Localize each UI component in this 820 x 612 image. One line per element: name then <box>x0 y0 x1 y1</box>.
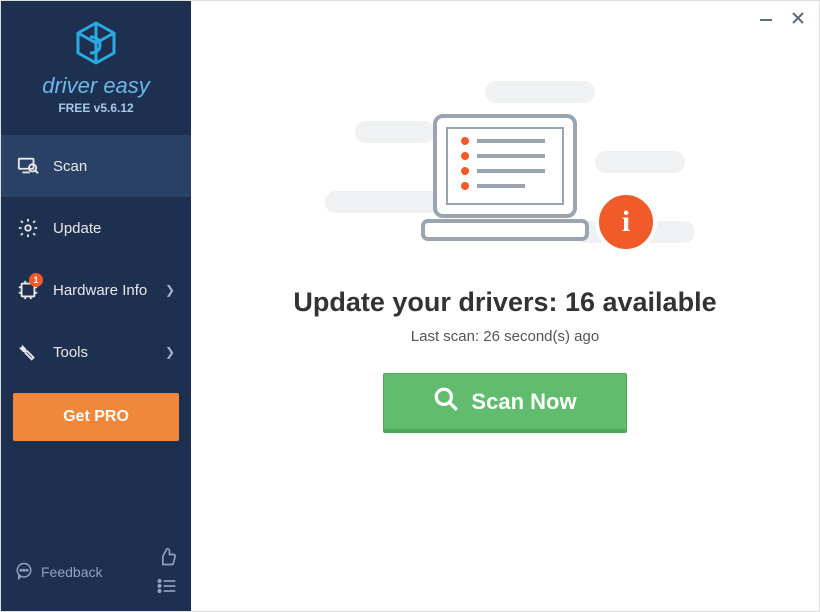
chat-icon <box>15 562 33 583</box>
sidebar-item-update[interactable]: Update <box>1 197 191 259</box>
info-icon: i <box>595 191 657 253</box>
minimize-button[interactable] <box>759 11 773 29</box>
gear-icon <box>17 217 39 239</box>
scan-now-button[interactable]: Scan Now <box>383 373 627 433</box>
sidebar-item-hardware-info[interactable]: 1 Hardware Info ❯ <box>1 259 191 321</box>
monitor-search-icon <box>17 155 39 177</box>
chevron-right-icon: ❯ <box>165 283 175 297</box>
sidebar-item-label: Scan <box>53 158 87 175</box>
nav: Scan Update <box>1 135 191 383</box>
feedback-button[interactable]: Feedback <box>15 562 147 583</box>
headline: Update your drivers: 16 available <box>293 287 716 318</box>
get-pro-button[interactable]: Get PRO <box>13 393 179 441</box>
chevron-right-icon: ❯ <box>165 345 175 359</box>
main-panel: i Update your drivers: 16 available Last… <box>191 1 819 611</box>
brand-name: driver easy <box>42 73 150 99</box>
sidebar-item-label: Update <box>53 220 101 237</box>
hardware-badge: 1 <box>29 273 43 287</box>
scan-now-label: Scan Now <box>471 389 576 415</box>
get-pro-label: Get PRO <box>63 408 129 425</box>
window-controls <box>759 11 805 29</box>
sidebar-footer: Feedback <box>1 537 191 611</box>
version-label: FREE v5.6.12 <box>58 101 133 115</box>
logo-block: driver easy FREE v5.6.12 <box>1 1 191 127</box>
search-icon <box>433 386 459 418</box>
logo-icon <box>72 19 120 67</box>
last-scan-label: Last scan: 26 second(s) ago <box>411 328 599 345</box>
illustration: i <box>325 61 685 261</box>
sidebar: driver easy FREE v5.6.12 Scan <box>1 1 191 611</box>
laptop-icon <box>405 106 605 261</box>
cloud-shape <box>595 151 685 173</box>
cloud-shape <box>485 81 595 103</box>
feedback-label: Feedback <box>41 564 102 580</box>
close-button[interactable] <box>791 11 805 29</box>
app-window: driver easy FREE v5.6.12 Scan <box>0 0 820 612</box>
sidebar-item-scan[interactable]: Scan <box>1 135 191 197</box>
menu-list-icon[interactable] <box>157 578 177 597</box>
thumbs-up-icon[interactable] <box>157 547 177 570</box>
sidebar-item-label: Hardware Info <box>53 282 147 299</box>
content: i Update your drivers: 16 available Last… <box>191 1 819 433</box>
sidebar-item-label: Tools <box>53 344 88 361</box>
sidebar-item-tools[interactable]: Tools ❯ <box>1 321 191 383</box>
tools-icon <box>17 341 39 363</box>
